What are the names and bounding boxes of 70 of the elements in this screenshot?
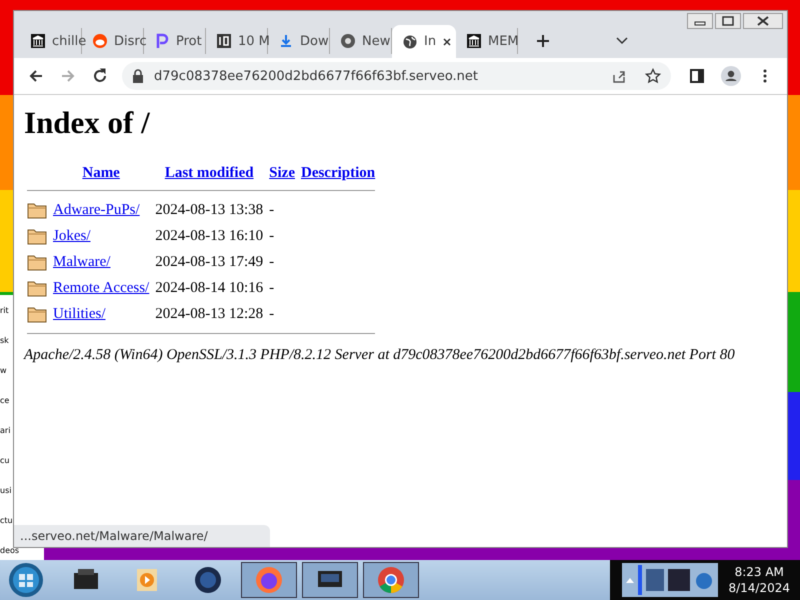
window-text-fragment: cu <box>0 455 10 467</box>
folder-link[interactable]: Utilities/ <box>53 306 106 322</box>
tab-favicon-icon <box>402 34 418 50</box>
window-text-fragment: w <box>0 365 7 377</box>
tab-favicon-icon <box>278 33 294 49</box>
tab-favicon-icon <box>92 33 108 49</box>
window-text-fragment: sk <box>0 335 9 347</box>
close-icon[interactable] <box>743 13 783 29</box>
taskbar-app[interactable] <box>363 562 419 598</box>
tab-favicon-icon <box>30 33 46 49</box>
lock-icon <box>132 69 144 83</box>
new-tab-icon[interactable] <box>536 34 550 48</box>
column-sort-link[interactable]: Description <box>300 165 376 181</box>
minimize-icon[interactable] <box>687 13 713 29</box>
restore-icon[interactable] <box>715 13 741 29</box>
folder-link[interactable]: Remote Access/ <box>53 280 150 296</box>
column-sort-link[interactable]: Size <box>269 165 295 181</box>
tab-favicon-icon <box>466 33 482 49</box>
window-text-fragment: usi <box>0 485 12 497</box>
profile-avatar-icon[interactable] <box>721 66 741 86</box>
start-orb-icon[interactable] <box>8 562 44 598</box>
star-icon[interactable] <box>645 68 661 84</box>
close-tab-icon[interactable] <box>442 36 452 46</box>
clock-date: 8/14/2024 <box>728 580 790 596</box>
server-signature: Apache/2.4.58 (Win64) OpenSSL/3.1.3 PHP/8.2.12 Server at d79c08378ee76200d2bd6677f66f63bf.serveo.net Port 80 <box>24 346 736 364</box>
size-value: - <box>268 278 276 298</box>
side-panel-icon[interactable] <box>689 68 705 84</box>
window-text-fragment: ctu <box>0 515 13 527</box>
taskbar-app[interactable] <box>241 562 297 598</box>
window-text-fragment: ari <box>0 425 10 437</box>
tab-favicon-icon <box>340 33 356 49</box>
window-text-fragment: rit <box>0 305 9 317</box>
modified-date: 2024-08-13 12:28 <box>154 304 264 324</box>
folder-icon <box>27 227 47 245</box>
folder-link[interactable]: Jokes/ <box>53 228 90 244</box>
status-bubble: ...serveo.net/Malware/Malware/ <box>14 525 270 547</box>
folder-icon <box>27 279 47 297</box>
reload-icon[interactable] <box>92 68 108 84</box>
tab-favicon-icon <box>154 33 170 49</box>
size-value: - <box>268 200 276 220</box>
modified-date: 2024-08-13 13:38 <box>154 200 264 220</box>
folder-icon <box>27 305 47 323</box>
folder-link[interactable]: Adware-PuPs/ <box>53 202 140 218</box>
browser-tab[interactable]: In <box>392 25 456 58</box>
browser-tab[interactable]: Dow <box>268 28 330 54</box>
window-text-fragment: ce <box>0 395 10 407</box>
back-icon[interactable] <box>28 68 44 84</box>
modified-date: 2024-08-13 16:10 <box>154 226 264 246</box>
chrome-icon <box>376 565 406 595</box>
size-value: - <box>268 252 276 272</box>
tab-favicon-icon <box>216 33 232 49</box>
size-value: - <box>268 226 276 246</box>
folder-icon <box>27 253 47 271</box>
column-sort-link[interactable]: Name <box>82 165 120 181</box>
size-value: - <box>268 304 276 324</box>
window-text-fragment: deos <box>0 545 20 557</box>
column-sort-link[interactable]: Last modified <box>164 165 254 181</box>
address-bar[interactable]: d79c08378ee76200d2bd6677f66f63bf.serveo.net <box>122 62 671 90</box>
tab-search-chevron-icon[interactable] <box>616 37 628 45</box>
browser-tab[interactable]: MEM <box>456 28 518 54</box>
page-heading: Index of / <box>24 105 151 141</box>
system-tray-icons[interactable] <box>622 563 718 597</box>
browser-tab[interactable]: 10 M <box>206 28 268 54</box>
taskbar-app[interactable] <box>302 562 358 598</box>
modified-date: 2024-08-14 10:16 <box>154 278 264 298</box>
folder-link[interactable]: Malware/ <box>53 254 110 270</box>
modified-date: 2024-08-13 17:49 <box>154 252 264 272</box>
orb-icon <box>193 565 223 595</box>
clock-time: 8:23 AM <box>734 564 784 580</box>
folder-icon <box>27 201 47 219</box>
